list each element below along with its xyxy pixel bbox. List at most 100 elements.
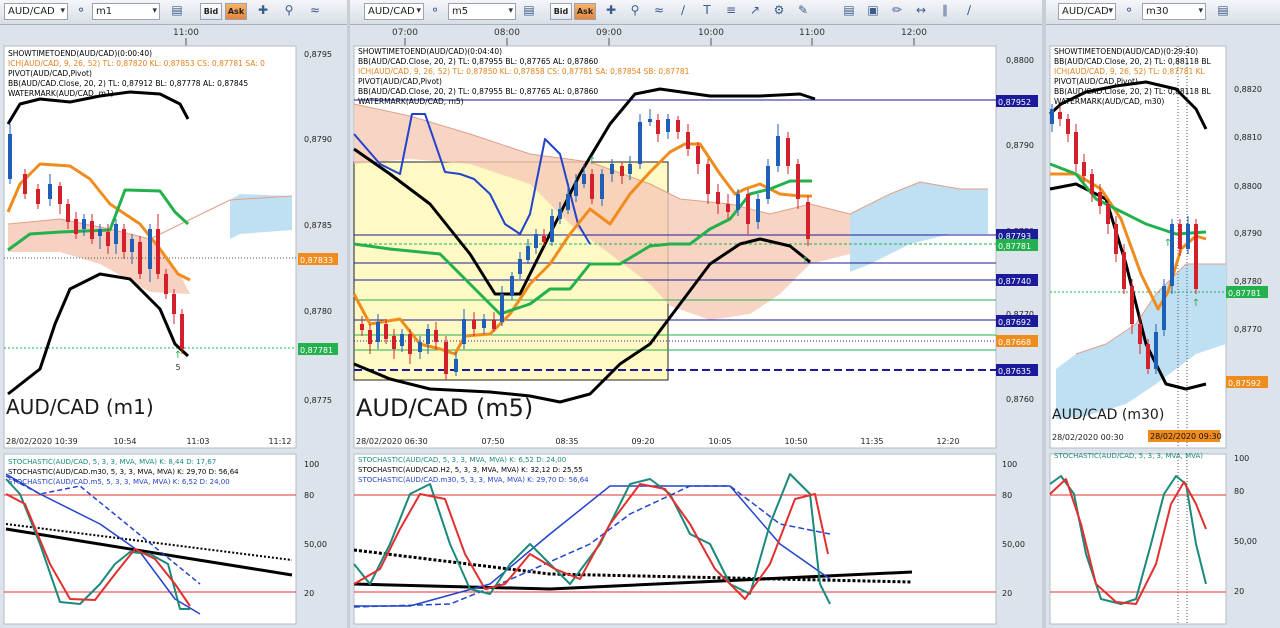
candle bbox=[1114, 224, 1118, 254]
price-chart-m1[interactable]: 11:00 ↑ 5 SHOWTIMETOEND(AUD/CAD)(0:00:40)IC… bbox=[0, 24, 347, 628]
candle bbox=[1130, 286, 1134, 324]
arrow-up-icon: ↑ bbox=[801, 256, 809, 267]
chart-toolbar: AUD/CAD ⚬ m5 ▤ Bid Ask ✚ ⚲ ≈ ∕ T ≡ ↗ ⚙ ✎… bbox=[350, 0, 1042, 25]
candle bbox=[526, 246, 530, 260]
candle bbox=[806, 202, 810, 239]
candle bbox=[666, 119, 670, 132]
chart-watermark: AUD/CAD (m5) bbox=[356, 394, 533, 422]
link-icon[interactable]: ⚬ bbox=[426, 3, 444, 20]
indicator-legend: BB(AUD/CAD.Close, 20, 2) TL: 0,88118 BL bbox=[1054, 87, 1211, 96]
trend-icon[interactable]: ↗ bbox=[746, 3, 764, 20]
timeframe-select[interactable]: m1 bbox=[92, 3, 160, 20]
candle bbox=[36, 189, 40, 204]
candle bbox=[550, 216, 554, 242]
candle bbox=[1178, 224, 1182, 249]
candle bbox=[164, 274, 168, 294]
crosshair-icon[interactable]: ✚ bbox=[254, 3, 272, 20]
candle bbox=[510, 276, 514, 296]
indicator-icon[interactable]: ≈ bbox=[650, 3, 668, 20]
bid-button[interactable]: Bid bbox=[200, 3, 222, 20]
indicator-legend: BB(AUD/CAD.Close, 20, 2) TL: 0,87955 BL:… bbox=[358, 87, 598, 96]
timeframe-select[interactable]: m5 bbox=[448, 3, 516, 20]
ruler-icon[interactable]: ↔ bbox=[912, 3, 930, 20]
time-axis-label: 11:35 bbox=[860, 437, 883, 446]
candle bbox=[610, 164, 614, 174]
save-icon[interactable]: ▤ bbox=[840, 3, 858, 20]
candle bbox=[8, 134, 12, 179]
candle bbox=[736, 194, 740, 210]
chart-toolbar: AUD/CAD ⚬ m1 ▤ Bid Ask ✚ ⚲ ≈ bbox=[0, 0, 347, 25]
price-tag: 0,87692 bbox=[998, 318, 1031, 327]
price-axis-label: 0,8770 bbox=[1234, 325, 1262, 334]
candle bbox=[434, 330, 438, 342]
candle bbox=[74, 219, 78, 234]
chart-type-icon[interactable]: ▤ bbox=[520, 3, 538, 20]
price-chart-m5[interactable]: 07:00 08:00 09:00 10:00 11:00 12:00 ↑ ↑ SHOWTIME… bbox=[350, 24, 1042, 628]
link-icon[interactable]: ⚬ bbox=[1120, 3, 1138, 20]
link-icon[interactable]: ⚬ bbox=[72, 3, 90, 20]
top-time-label: 10:00 bbox=[698, 28, 724, 38]
candle bbox=[82, 219, 86, 229]
pencil-icon[interactable]: ✎ bbox=[794, 3, 812, 20]
candle bbox=[58, 186, 62, 204]
crosshair-icon[interactable]: ✚ bbox=[602, 3, 620, 20]
candle bbox=[1050, 109, 1054, 124]
ask-button[interactable]: Ask bbox=[225, 3, 247, 20]
candle bbox=[1194, 224, 1198, 289]
indicator-legend: SHOWTIMETOEND(AUD/CAD)(0:29:40) bbox=[1054, 47, 1198, 56]
stoch-axis-label: 50,00 bbox=[304, 540, 327, 549]
candle bbox=[106, 232, 110, 246]
time-axis-label: 12:20 bbox=[936, 437, 959, 446]
candle bbox=[66, 204, 70, 222]
candle bbox=[172, 294, 176, 314]
image-icon[interactable]: ▣ bbox=[864, 3, 882, 20]
candle bbox=[766, 166, 770, 199]
arrow-up-icon: ↑ bbox=[174, 350, 182, 361]
settings-icon[interactable]: ⚙ bbox=[770, 3, 788, 20]
zoom-icon[interactable]: ⚲ bbox=[626, 3, 644, 20]
candle bbox=[1074, 132, 1078, 164]
candle bbox=[1098, 192, 1102, 206]
brush-icon[interactable]: ∕ bbox=[960, 3, 978, 20]
price-axis-label: 0,8780 bbox=[1234, 277, 1262, 286]
stoch-axis-label: 100 bbox=[1002, 460, 1017, 469]
chart-type-icon[interactable]: ▤ bbox=[1214, 3, 1232, 20]
arrow-up-icon: ↑ bbox=[1192, 298, 1200, 309]
price-chart-m30[interactable]: ↑↑SHOWTIMETOEND(AUD/CAD)(0:29:40)BB(AUD/… bbox=[1046, 24, 1280, 628]
candle bbox=[726, 204, 730, 212]
channel-icon[interactable]: ∥ bbox=[936, 3, 954, 20]
symbol-select[interactable]: AUD/CAD bbox=[364, 3, 424, 20]
bid-button[interactable]: Bid bbox=[550, 3, 572, 20]
indicator-icon[interactable]: ≈ bbox=[306, 3, 324, 20]
ask-button[interactable]: Ask bbox=[574, 3, 596, 20]
text-tool-icon[interactable]: T bbox=[698, 3, 716, 20]
symbol-select[interactable]: AUD/CAD bbox=[1058, 3, 1116, 20]
drawing-icon[interactable]: ✏ bbox=[888, 3, 906, 20]
candle bbox=[648, 119, 652, 122]
candle bbox=[462, 319, 466, 344]
stoch-axis-label: 50,00 bbox=[1234, 537, 1257, 546]
candle bbox=[148, 229, 152, 269]
candle bbox=[600, 174, 604, 199]
line-tool-icon[interactable]: ∕ bbox=[674, 3, 692, 20]
symbol-select[interactable]: AUD/CAD bbox=[4, 3, 68, 20]
zoom-icon[interactable]: ⚲ bbox=[280, 3, 298, 20]
fibonacci-icon[interactable]: ≡ bbox=[722, 3, 740, 20]
time-axis-label: 11:12 bbox=[268, 437, 291, 446]
candle bbox=[1122, 252, 1126, 289]
candle bbox=[582, 174, 586, 184]
chart-toolbar: AUD/CAD ⚬ m30 ▤ bbox=[1046, 0, 1280, 25]
time-axis-label: 28/02/2020 00:30 bbox=[1052, 433, 1124, 442]
candle bbox=[1162, 286, 1166, 330]
indicator-legend: BB(AUD/CAD.Close, 20, 2) TL: 0,87955 BL:… bbox=[358, 57, 598, 66]
chart-type-icon[interactable]: ▤ bbox=[168, 3, 186, 20]
price-axis-label: 0,8790 bbox=[304, 135, 332, 144]
timeframe-select[interactable]: m30 bbox=[1142, 3, 1206, 20]
top-time-label: 11:00 bbox=[799, 28, 825, 38]
indicator-legend: PIVOT(AUD/CAD,Pivot) bbox=[358, 77, 442, 86]
candle bbox=[574, 182, 578, 196]
price-axis-label: 0,8800 bbox=[1234, 182, 1262, 191]
stoch-legend: STOCHASTIC(AUD/CAD, 5, 3, 3, MVA, MVA) K… bbox=[8, 458, 216, 466]
time-axis-label: 10:05 bbox=[708, 437, 731, 446]
time-axis-label: 11:03 bbox=[186, 437, 209, 446]
